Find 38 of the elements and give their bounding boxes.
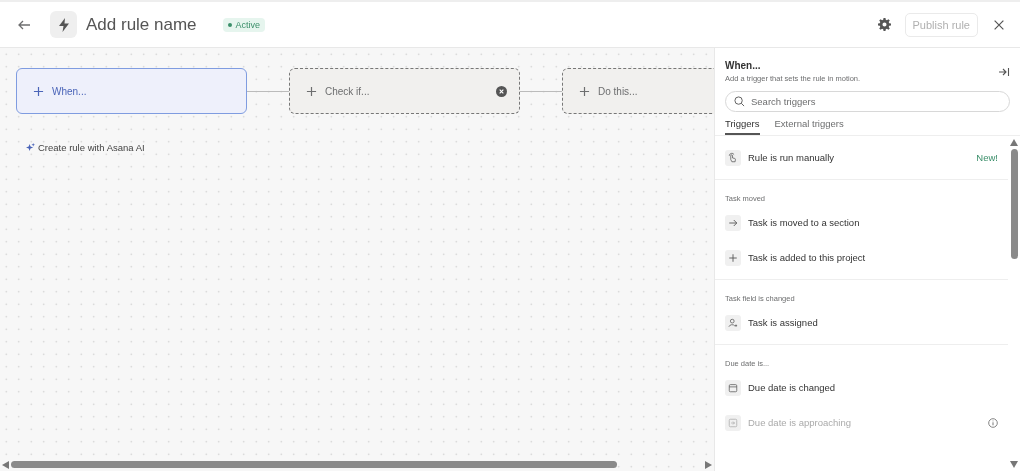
plus-icon	[727, 251, 739, 264]
trigger-option[interactable]: Due date is changed	[748, 382, 998, 393]
plus-icon	[579, 85, 590, 97]
create-with-ai-link[interactable]: Create rule with Asana AI	[26, 142, 145, 153]
calendar-icon	[727, 381, 739, 394]
trigger-option[interactable]: Task is assigned	[748, 317, 998, 328]
search-field[interactable]: Search triggers	[725, 91, 1010, 112]
panel-title: When...	[725, 60, 762, 71]
step-label: Do this...	[598, 85, 639, 97]
rule-step-card[interactable]: Do this...	[562, 68, 714, 114]
lightning-icon	[50, 11, 77, 38]
settings-icon[interactable]	[877, 18, 891, 31]
tab[interactable]: External triggers	[774, 118, 844, 135]
scroll-right-icon[interactable]	[705, 460, 712, 469]
tab[interactable]: Triggers	[725, 118, 760, 135]
person-icon	[727, 316, 739, 329]
rule-step-card[interactable]: Check if...	[289, 68, 520, 114]
sparkle-icon	[26, 143, 35, 152]
collapse-panel-icon[interactable]	[998, 66, 1010, 78]
trigger-option[interactable]: Rule is run manually	[748, 152, 970, 163]
hand-icon	[727, 151, 739, 164]
scroll-down-icon[interactable]	[1010, 461, 1018, 468]
status-badge: Active	[222, 17, 266, 32]
horizontal-scrollbar[interactable]	[11, 461, 617, 468]
scroll-left-icon[interactable]	[2, 460, 9, 469]
step-label: When...	[52, 85, 88, 97]
plus-icon	[306, 85, 317, 97]
calendar-icon	[727, 416, 739, 429]
trigger-option[interactable]: Task is added to this project	[748, 252, 998, 263]
vertical-scrollbar[interactable]	[1010, 149, 1018, 259]
step-label: Check if...	[325, 85, 371, 97]
plus-icon	[33, 85, 44, 97]
scroll-up-icon[interactable]	[1010, 139, 1018, 146]
rule-name[interactable]: Add rule name	[86, 14, 197, 35]
rule-step-card[interactable]: When...	[16, 68, 247, 114]
new-label: New!	[976, 152, 998, 163]
trigger-option[interactable]: Task is moved to a section	[748, 217, 998, 228]
remove-icon[interactable]	[496, 85, 507, 97]
